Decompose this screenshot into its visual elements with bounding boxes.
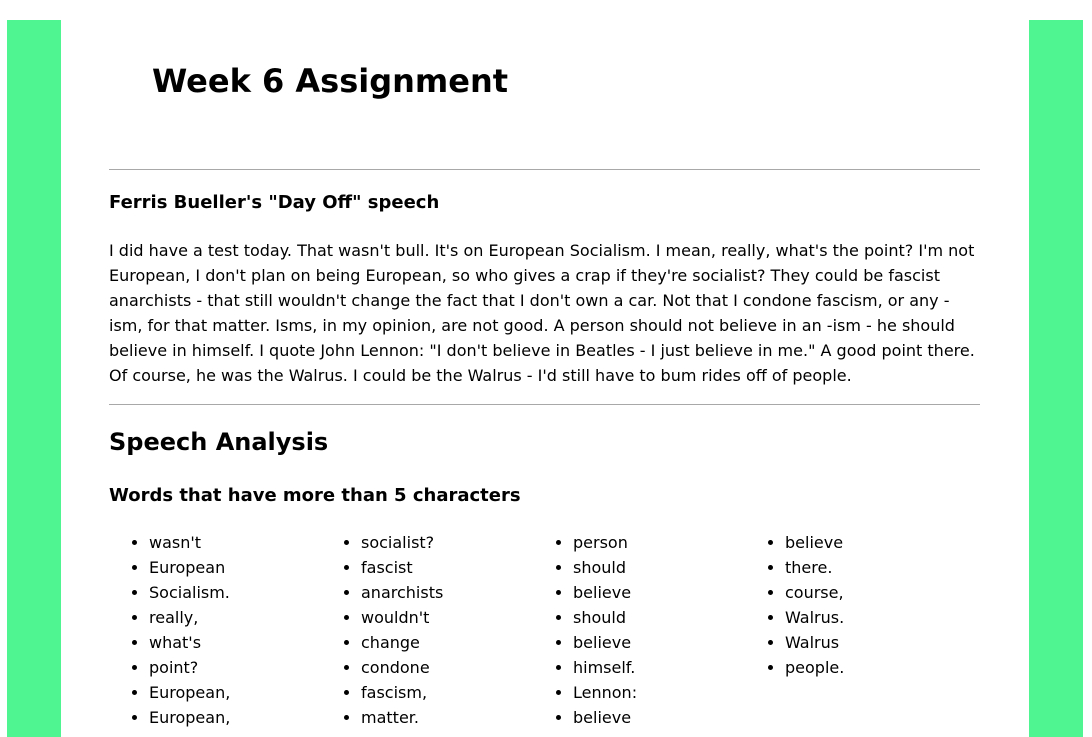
word-item: fascism,: [361, 680, 533, 705]
word-item: believe: [573, 580, 745, 605]
word-item: Walrus.: [785, 605, 957, 630]
section-divider-bottom: [109, 404, 980, 405]
page-content: Week 6 Assignment Ferris Bueller's "Day …: [61, 20, 1029, 737]
page-title: Week 6 Assignment: [152, 62, 509, 100]
word-item: there.: [785, 555, 957, 580]
word-item: believe: [785, 530, 957, 555]
word-item: point?: [149, 655, 321, 680]
word-item: wasn't: [149, 530, 321, 555]
word-item: should: [573, 555, 745, 580]
analysis-title: Speech Analysis: [109, 428, 329, 456]
words-title: Words that have more than 5 characters: [109, 485, 521, 506]
word-item: European,: [149, 680, 321, 705]
word-item: really,: [149, 605, 321, 630]
word-item: European,: [149, 705, 321, 730]
word-item: should: [573, 605, 745, 630]
word-list-column-2: socialist? fascist anarchists wouldn't c…: [321, 530, 533, 730]
right-green-margin: [1029, 20, 1083, 737]
word-item: believe: [573, 705, 745, 730]
word-item: Walrus: [785, 630, 957, 655]
word-item: socialist?: [361, 530, 533, 555]
word-item: fascist: [361, 555, 533, 580]
word-list-column-4: believe there. course, Walrus. Walrus pe…: [745, 530, 957, 680]
word-item: what's: [149, 630, 321, 655]
speech-text: I did have a test today. That wasn't bul…: [109, 241, 975, 385]
word-item: people.: [785, 655, 957, 680]
left-green-margin: [7, 20, 61, 737]
word-item: change: [361, 630, 533, 655]
speech-title: Ferris Bueller's "Day Off" speech: [109, 192, 440, 213]
word-item: anarchists: [361, 580, 533, 605]
word-item: course,: [785, 580, 957, 605]
word-item: himself.: [573, 655, 745, 680]
word-item: Socialism.: [149, 580, 321, 605]
word-item: Lennon:: [573, 680, 745, 705]
section-divider-top: [109, 169, 980, 170]
word-item: European: [149, 555, 321, 580]
word-item: matter.: [361, 705, 533, 730]
word-item: wouldn't: [361, 605, 533, 630]
word-list-column-1: wasn't European Socialism. really, what'…: [109, 530, 321, 730]
word-list-column-3: person should believe should believe him…: [533, 530, 745, 730]
word-item: condone: [361, 655, 533, 680]
word-item: person: [573, 530, 745, 555]
word-item: believe: [573, 630, 745, 655]
